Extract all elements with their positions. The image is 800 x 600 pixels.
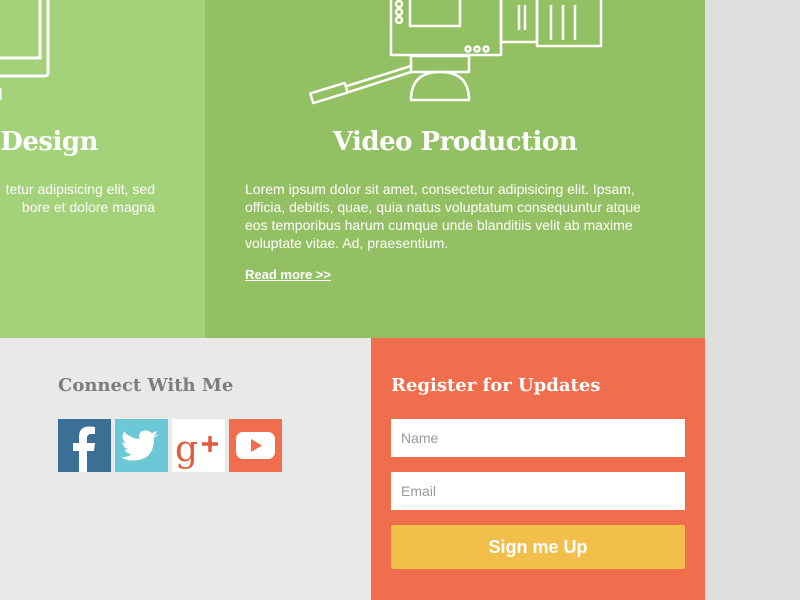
service-card-video-production: Video Production Lorem ipsum dolor sit a… (205, 0, 705, 338)
page-margin (705, 0, 800, 600)
connect-heading: Connect With Me (58, 375, 234, 396)
page: t Design tetur adipisicing elit, sed bor… (0, 0, 705, 600)
video-camera-icon (309, 0, 603, 105)
service-description: Lorem ipsum dolor sit amet, consectetur … (245, 181, 641, 251)
register-heading: Register for Updates (391, 375, 601, 396)
sign-up-button[interactable]: Sign me Up (391, 525, 685, 569)
service-title: Video Production (332, 127, 578, 157)
read-more-link[interactable]: Read more >> (245, 267, 331, 282)
facebook-icon[interactable] (58, 419, 111, 472)
register-panel: Register for Updates Sign me Up (371, 338, 705, 600)
service-description: tetur adipisicing elit, sed bore et dolo… (5, 181, 155, 215)
service-card-design: t Design tetur adipisicing elit, sed bor… (0, 0, 205, 338)
email-input[interactable] (391, 472, 685, 510)
service-title: t Design (0, 127, 98, 157)
youtube-icon[interactable] (229, 419, 282, 472)
monitor-icon (0, 0, 50, 100)
twitter-icon[interactable] (115, 419, 168, 472)
name-input[interactable] (391, 419, 685, 457)
google-plus-icon[interactable]: g (172, 419, 225, 472)
svg-text:g: g (175, 429, 198, 470)
